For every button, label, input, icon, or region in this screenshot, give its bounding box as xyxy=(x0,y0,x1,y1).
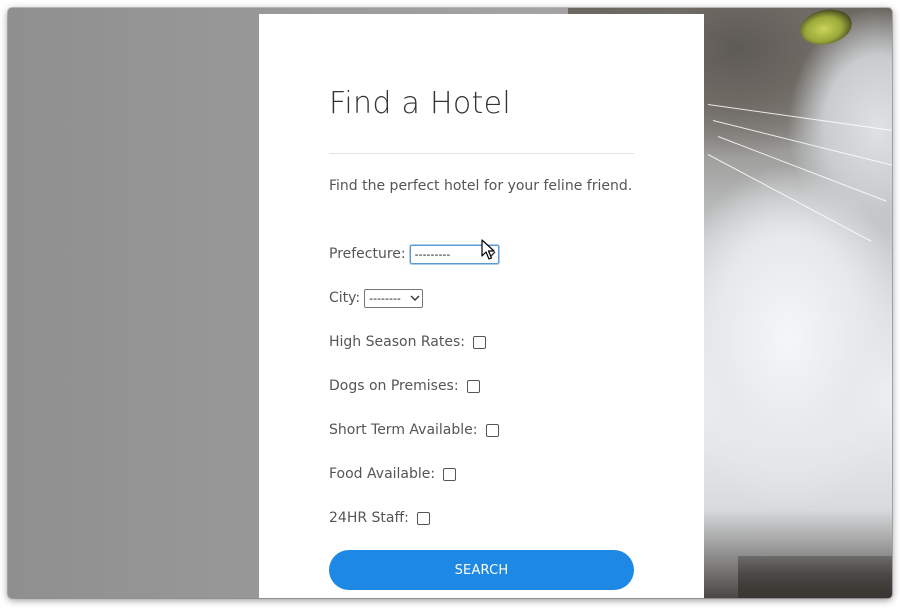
city-row: City: -------- xyxy=(329,288,424,308)
cat-shadow-image xyxy=(738,556,892,598)
search-button[interactable]: SEARCH xyxy=(329,550,634,590)
chevron-down-icon xyxy=(410,293,420,303)
hotel-search-panel: Find a Hotel Find the perfect hotel for … xyxy=(259,14,704,598)
prefecture-select-value: --------- xyxy=(414,247,451,261)
page-subtitle: Find the perfect hotel for your feline f… xyxy=(329,178,633,194)
prefecture-label: Prefecture: xyxy=(329,246,406,262)
dogs-on-premises-row: Dogs on Premises: xyxy=(329,376,480,396)
short-term-available-checkbox[interactable] xyxy=(485,423,499,437)
staff-24hr-label: 24HR Staff: xyxy=(329,510,409,526)
high-season-rates-label: High Season Rates: xyxy=(329,334,466,350)
city-select-value: -------- xyxy=(369,291,401,305)
browser-viewport: Find a Hotel Find the perfect hotel for … xyxy=(8,8,892,598)
food-available-checkbox[interactable] xyxy=(443,467,457,481)
dogs-on-premises-checkbox[interactable] xyxy=(466,379,480,393)
food-available-label: Food Available: xyxy=(329,466,436,482)
food-available-row: Food Available: xyxy=(329,464,457,484)
city-label: City: xyxy=(329,290,361,306)
title-divider xyxy=(329,153,634,154)
high-season-rates-row: High Season Rates: xyxy=(329,332,487,352)
staff-24hr-row: 24HR Staff: xyxy=(329,508,430,528)
high-season-rates-checkbox[interactable] xyxy=(473,335,487,349)
short-term-available-label: Short Term Available: xyxy=(329,422,478,438)
dogs-on-premises-label: Dogs on Premises: xyxy=(329,378,459,394)
prefecture-row: Prefecture: --------- xyxy=(329,244,499,264)
staff-24hr-checkbox[interactable] xyxy=(416,511,430,525)
page-title: Find a Hotel xyxy=(329,86,511,121)
city-select[interactable]: -------- xyxy=(364,288,424,308)
short-term-available-row: Short Term Available: xyxy=(329,420,499,440)
mouse-cursor-icon xyxy=(481,239,495,260)
